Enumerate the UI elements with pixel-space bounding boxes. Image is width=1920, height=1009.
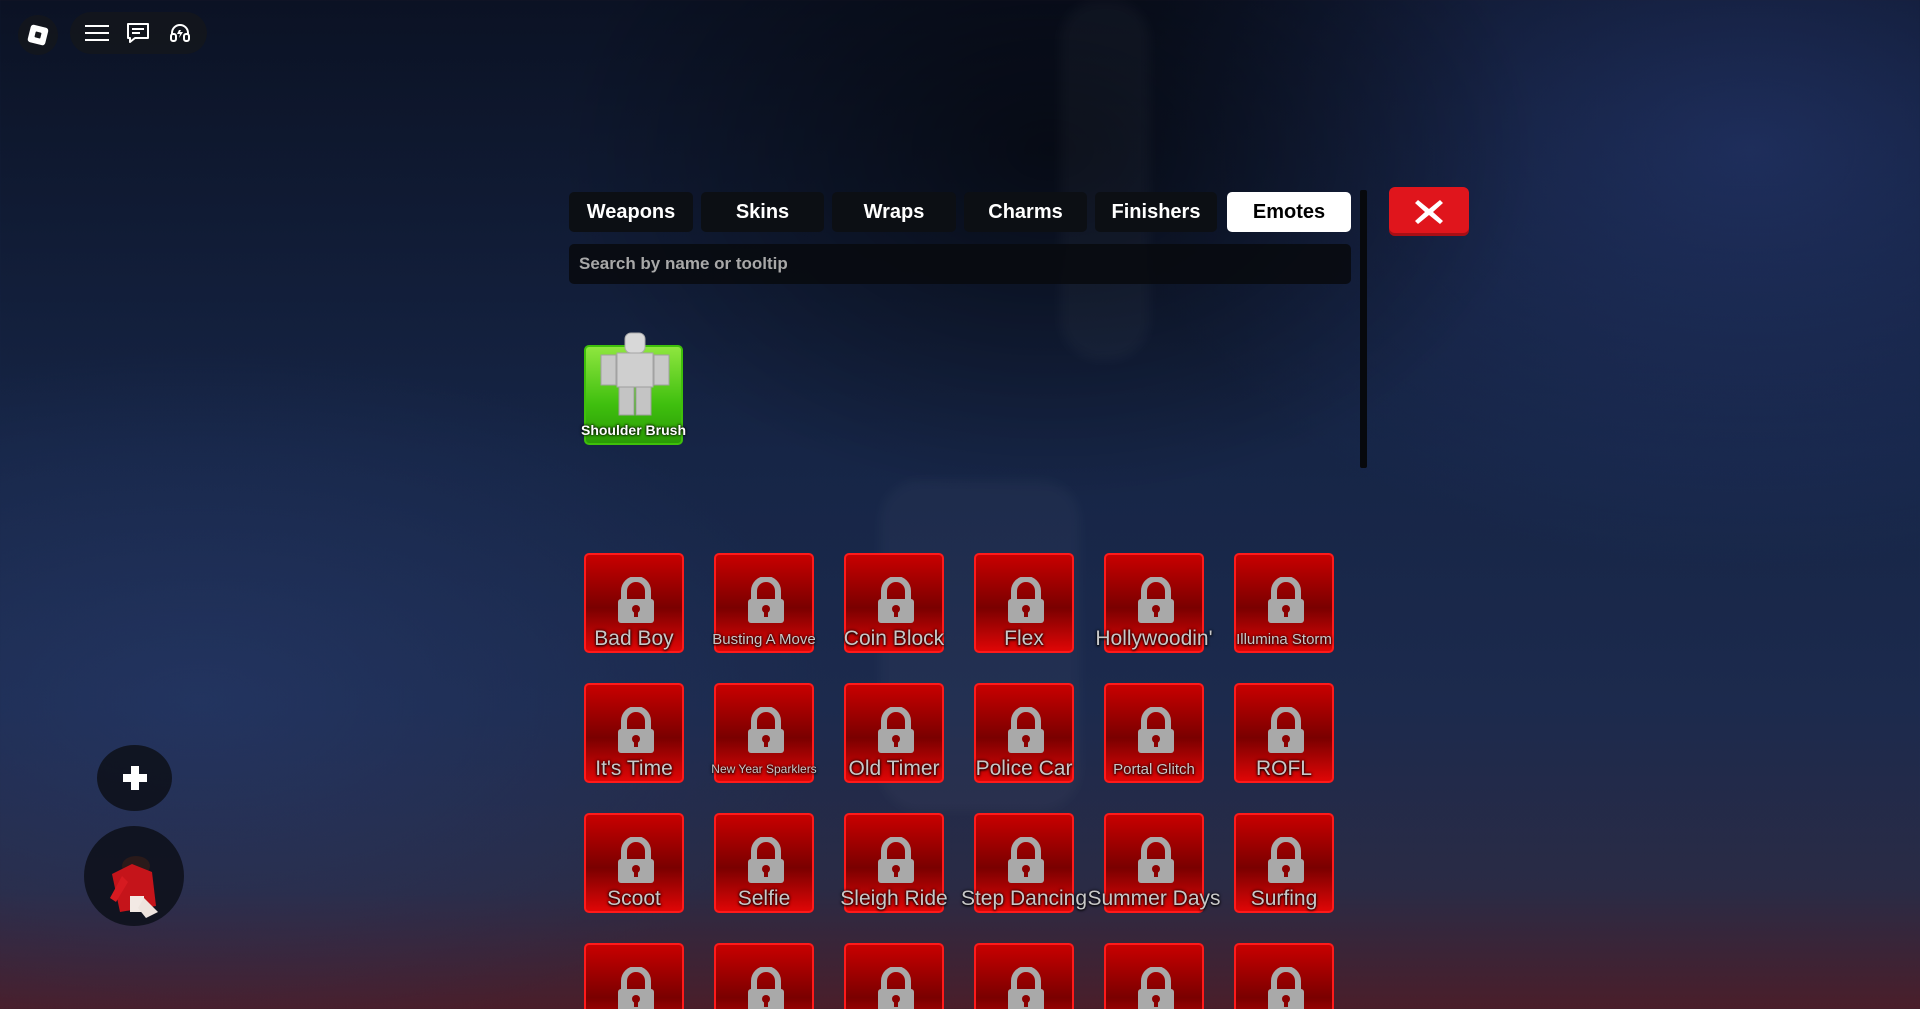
lock-icon: [1008, 837, 1044, 883]
roblox-logo-icon: [27, 24, 49, 46]
emote-card-locked[interactable]: Police Car: [974, 683, 1074, 783]
lock-icon: [618, 707, 654, 753]
emote-card-locked[interactable]: Illumina Storm: [1234, 553, 1334, 653]
emote-name: Step Dancing: [960, 887, 1088, 910]
emote-name: Surfing: [1250, 887, 1318, 910]
emote-name: Hollywoodin': [1095, 627, 1213, 650]
tab-charms[interactable]: Charms: [964, 192, 1087, 232]
hamburger-menu-icon[interactable]: [82, 18, 112, 48]
emote-name: Old Timer: [848, 757, 940, 780]
lock-icon: [1008, 967, 1044, 1009]
chat-icon[interactable]: [123, 18, 153, 48]
emote-card-locked[interactable]: [1104, 943, 1204, 1009]
emote-card-locked[interactable]: ROFL: [1234, 683, 1334, 783]
emote-card-locked[interactable]: [714, 943, 814, 1009]
lock-icon: [748, 967, 784, 1009]
emote-name: Selfie: [737, 887, 791, 910]
lock-icon: [1008, 707, 1044, 753]
close-button[interactable]: [1389, 187, 1469, 236]
lock-icon: [1268, 577, 1304, 623]
emote-card-locked[interactable]: [1234, 943, 1334, 1009]
lock-icon: [878, 707, 914, 753]
lock-icon: [1138, 837, 1174, 883]
lock-icon: [1268, 837, 1304, 883]
emote-name: Scoot: [607, 887, 661, 910]
topbar-controls: [70, 12, 207, 54]
lock-icon: [1138, 577, 1174, 623]
scrollbar[interactable]: [1360, 190, 1367, 468]
tab-emotes[interactable]: Emotes: [1227, 192, 1351, 232]
emote-card-locked[interactable]: New Year Sparklers: [711, 683, 817, 783]
emote-card-locked[interactable]: Selfie: [714, 813, 814, 913]
plus-icon: [122, 766, 147, 790]
lock-icon: [1268, 707, 1304, 753]
emote-name: Illumina Storm: [1236, 631, 1332, 648]
emote-name: Flex: [1004, 627, 1044, 650]
emote-name: Summer Days: [1087, 887, 1221, 910]
emote-card-locked[interactable]: Surfing: [1234, 813, 1334, 913]
emote-card-locked[interactable]: [974, 943, 1074, 1009]
emote-card-locked[interactable]: Scoot: [584, 813, 684, 913]
lock-icon: [618, 577, 654, 623]
background-figure: [1060, 0, 1150, 360]
avatar-figure-icon: [600, 332, 670, 416]
emote-card-locked[interactable]: Bad Boy: [584, 553, 684, 653]
lock-icon: [1268, 967, 1304, 1009]
lock-icon: [1008, 577, 1044, 623]
emote-card-locked[interactable]: Hollywoodin': [1095, 553, 1213, 653]
lock-icon: [748, 707, 784, 753]
emote-card-locked[interactable]: Sleigh Ride: [840, 813, 948, 913]
emote-card-locked[interactable]: Flex: [974, 553, 1074, 653]
emote-name: New Year Sparklers: [711, 762, 817, 776]
emote-card-locked[interactable]: Busting A Move: [712, 553, 816, 653]
emote-card-owned[interactable]: Shoulder Brush: [581, 332, 686, 445]
avatar-icon: [110, 856, 158, 918]
emote-card-locked[interactable]: Summer Days: [1087, 813, 1221, 913]
tab-wraps[interactable]: Wraps: [832, 192, 956, 232]
lock-icon: [878, 967, 914, 1009]
emote-card-locked[interactable]: Old Timer: [844, 683, 944, 783]
emote-name: ROFL: [1255, 757, 1312, 780]
emote-name: Portal Glitch: [1113, 761, 1195, 778]
voice-headset-icon[interactable]: [165, 18, 195, 48]
emote-card-locked[interactable]: It's Time: [584, 683, 684, 783]
add-button[interactable]: [97, 745, 172, 811]
tab-skins[interactable]: Skins: [701, 192, 824, 232]
close-x-icon: [1415, 199, 1443, 224]
emote-name: Shoulder Brush: [580, 422, 686, 438]
lock-icon: [748, 577, 784, 623]
tab-weapons[interactable]: Weapons: [569, 192, 693, 232]
emote-name: Coin Block: [843, 627, 945, 650]
lock-icon: [878, 577, 914, 623]
avatar-button[interactable]: [84, 826, 184, 926]
emote-card-locked[interactable]: Step Dancing: [961, 813, 1087, 913]
lock-icon: [618, 967, 654, 1009]
emote-card-locked[interactable]: Coin Block: [844, 553, 944, 653]
tab-finishers[interactable]: Finishers: [1095, 192, 1217, 232]
emote-name: Sleigh Ride: [840, 887, 948, 910]
roblox-menu-button[interactable]: [18, 15, 58, 55]
emote-name: It's Time: [595, 757, 673, 780]
emote-card-locked[interactable]: Portal Glitch: [1104, 683, 1204, 783]
lock-icon: [618, 837, 654, 883]
lock-icon: [1138, 967, 1174, 1009]
lock-icon: [748, 837, 784, 883]
lock-icon: [1138, 707, 1174, 753]
emote-name: Police Car: [975, 757, 1073, 780]
lock-icon: [878, 837, 914, 883]
search-input[interactable]: [569, 244, 1351, 284]
emote-card-locked[interactable]: [584, 943, 684, 1009]
emote-name: Busting A Move: [712, 631, 816, 648]
emote-card-locked[interactable]: [844, 943, 944, 1009]
emote-name: Bad Boy: [594, 627, 674, 650]
